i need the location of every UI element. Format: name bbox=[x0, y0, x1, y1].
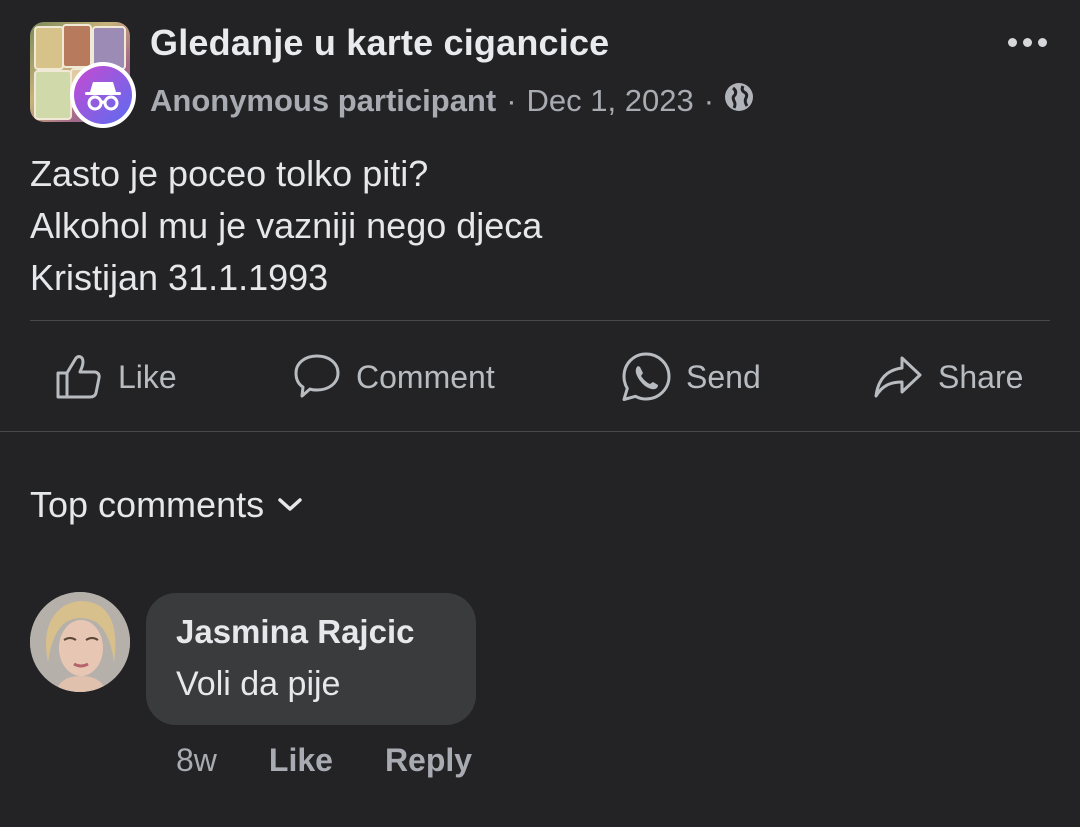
comment-sort-dropdown[interactable]: Top comments bbox=[30, 484, 304, 526]
action-bar: Like Comment Send Share bbox=[0, 340, 1080, 414]
comment-text: Voli da pije bbox=[176, 665, 341, 703]
post-date[interactable]: Dec 1, 2023 bbox=[527, 83, 694, 119]
comment-button[interactable]: Comment bbox=[292, 340, 495, 414]
meta-separator: · bbox=[506, 83, 517, 118]
divider bbox=[0, 431, 1080, 432]
comment-time: 8w bbox=[176, 742, 217, 778]
thumbs-up-icon bbox=[56, 355, 101, 399]
chevron-down-icon bbox=[278, 498, 302, 511]
anonymous-badge bbox=[70, 62, 136, 128]
share-button[interactable]: Share bbox=[872, 340, 1023, 414]
meta-separator: · bbox=[703, 83, 715, 118]
whatsapp-icon bbox=[622, 352, 671, 401]
post-meta: Anonymous participant · Dec 1, 2023 · bbox=[150, 82, 754, 120]
comment-author[interactable]: Jasmina Rajcic bbox=[176, 613, 414, 651]
dot bbox=[1038, 37, 1047, 47]
group-name[interactable]: Gledanje u karte cigancice bbox=[150, 22, 609, 64]
comment-like-button[interactable]: Like bbox=[269, 742, 333, 779]
comment-sort-label: Top comments bbox=[30, 484, 265, 525]
like-button[interactable]: Like bbox=[54, 340, 177, 414]
comment-bubble: Jasmina Rajcic Voli da pije bbox=[146, 593, 476, 725]
incognito-icon bbox=[74, 66, 132, 124]
divider bbox=[30, 320, 1050, 321]
send-label: Send bbox=[686, 358, 761, 395]
comment-reply-button[interactable]: Reply bbox=[385, 742, 472, 779]
send-button[interactable]: Send bbox=[620, 340, 761, 414]
share-arrow-icon bbox=[874, 356, 922, 398]
share-label: Share bbox=[938, 358, 1024, 395]
dot bbox=[1008, 37, 1017, 47]
globe-icon bbox=[724, 82, 754, 120]
post-body-line: Alkohol mu je vazniji nego djeca bbox=[30, 205, 543, 246]
post-body-line: Zasto je poceo tolko piti? bbox=[30, 153, 429, 194]
more-options-button[interactable] bbox=[1008, 32, 1052, 52]
post-body-line: Kristijan 31.1.1993 bbox=[30, 257, 329, 298]
post-author[interactable]: Anonymous participant bbox=[150, 83, 496, 119]
comment-icon bbox=[294, 354, 340, 398]
comment-label: Comment bbox=[356, 358, 495, 395]
post-body: Zasto je poceo tolko piti? Alkohol mu je… bbox=[30, 148, 542, 304]
post-header: Gledanje u karte cigancice Anonymous par… bbox=[0, 0, 1080, 140]
comment-meta: 8w Like Reply bbox=[176, 742, 524, 779]
avatar[interactable] bbox=[30, 592, 130, 692]
like-label: Like bbox=[118, 358, 177, 395]
dot bbox=[1023, 37, 1032, 47]
